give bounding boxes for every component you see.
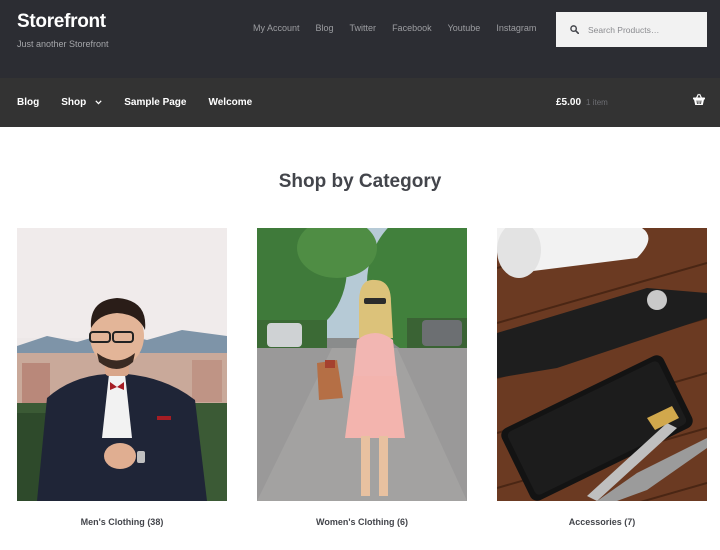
nav-link-facebook[interactable]: Facebook [392,23,432,33]
site-header: Storefront Just another Storefront My Ac… [0,0,720,78]
category-card-womens-clothing[interactable]: Women's Clothing (6) [257,228,467,527]
menu-item-welcome[interactable]: Welcome [208,97,252,108]
category-caption[interactable]: Men's Clothing (38) [17,517,227,527]
category-count: (38) [147,517,164,527]
site-tagline: Just another Storefront [17,39,109,49]
menu-item-welcome-label: Welcome [208,97,253,108]
page-heading: Shop by Category [278,171,442,192]
accessories-image[interactable] [497,228,707,501]
search-icon [570,25,579,34]
category-name: Women's Clothing [316,517,395,527]
category-count: (6) [396,517,408,527]
menu-item-shop[interactable]: Shop [61,97,102,108]
category-caption[interactable]: Women's Clothing (6) [257,517,467,527]
category-name: Accessories [568,517,622,527]
menu-item-blog[interactable]: Blog [17,97,39,108]
menu-item-blog-label: Blog [17,97,40,108]
category-card-accessories[interactable]: Accessories (7) [497,228,707,527]
nav-link-my-account[interactable]: My Account [253,23,300,33]
basket-icon[interactable] [692,93,706,106]
search-input[interactable] [588,24,698,35]
chevron-down-icon[interactable] [95,100,102,105]
cart-item-count: 1 item [586,98,608,107]
menu-item-shop-label: Shop [61,97,87,108]
nav-link-instagram[interactable]: Instagram [496,23,536,33]
nav-link-blog[interactable]: Blog [316,23,334,33]
site-title[interactable]: Storefront [17,11,106,33]
header-cart[interactable]: £5.00 1 item [556,78,608,127]
category-name: Men's Clothing [80,517,145,527]
cart-total: £5.00 [556,97,582,108]
nav-link-youtube[interactable]: Youtube [448,23,481,33]
product-search [556,12,707,47]
mens-clothing-image[interactable] [17,228,227,501]
primary-navigation-bar: Blog Shop Sample Page Welcome £5.00 1 it… [0,78,720,127]
womens-clothing-image[interactable] [257,228,467,501]
primary-menu: Blog Shop Sample Page Welcome [17,78,274,127]
category-count: (7) [624,517,636,527]
category-caption[interactable]: Accessories (7) [497,517,707,527]
category-card-mens-clothing[interactable]: Men's Clothing (38) [17,228,227,527]
menu-item-sample-page[interactable]: Sample Page [124,97,186,108]
nav-link-twitter[interactable]: Twitter [350,23,377,33]
menu-item-sample-page-label: Sample Page [124,97,187,108]
secondary-navigation: My Account Blog Twitter Facebook Youtube… [253,23,552,33]
